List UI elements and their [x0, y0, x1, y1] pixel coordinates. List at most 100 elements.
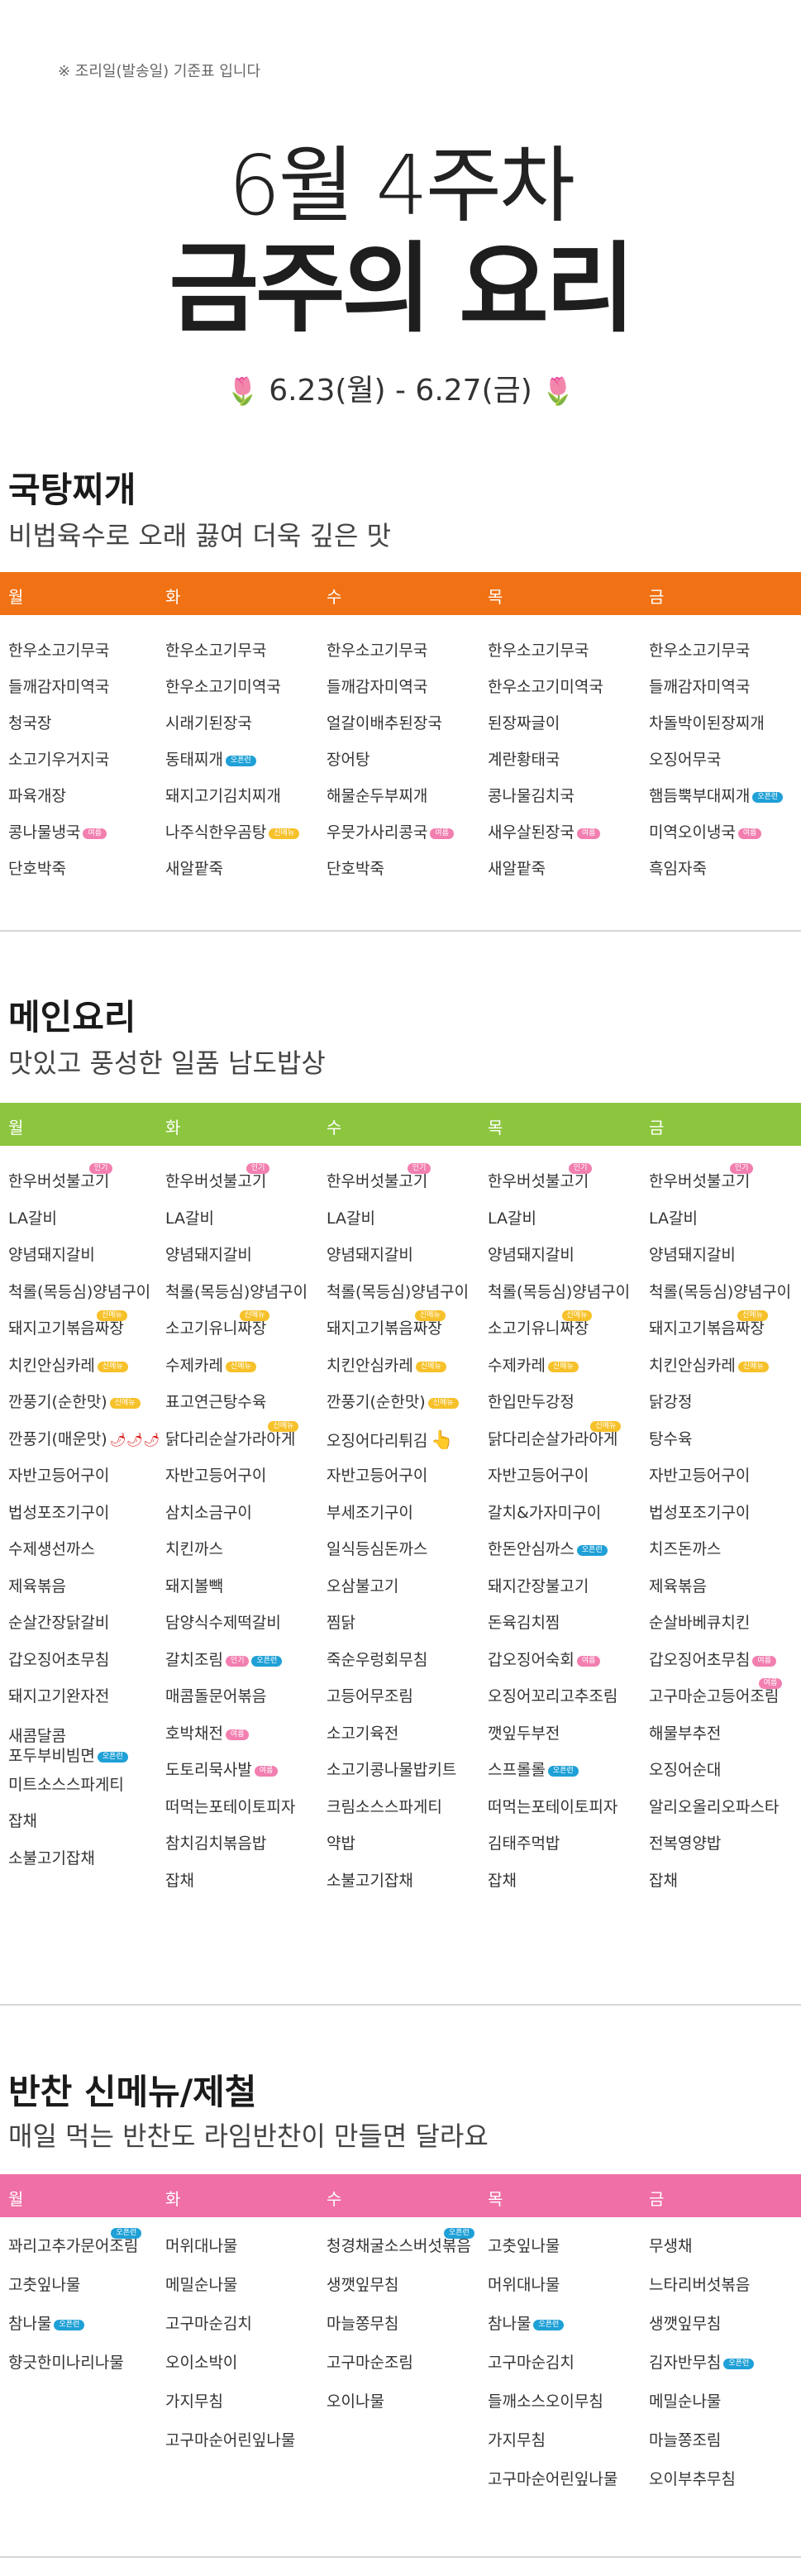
menu-item[interactable]: 수제생선까스: [8, 1542, 95, 1558]
menu-item[interactable]: 참나물 오픈런: [8, 2316, 85, 2332]
menu-item[interactable]: 들깨감자미역국: [327, 680, 427, 695]
menu-item[interactable]: 탕수육: [649, 1431, 692, 1448]
menu-item[interactable]: 나주식한우곰탕 신메뉴: [165, 825, 300, 841]
menu-item[interactable]: 꽈리고추가문어조림 오픈런: [8, 2228, 142, 2254]
menu-item[interactable]: 콩나물냉국 여름: [8, 825, 107, 841]
menu-item[interactable]: 향긋한미나리나물: [8, 2355, 124, 2371]
menu-item[interactable]: 자반고등어구이: [649, 1468, 750, 1484]
menu-item[interactable]: 척롤(목등심)양념구이: [327, 1284, 469, 1300]
menu-item[interactable]: 전복영양밥: [649, 1836, 721, 1852]
menu-item[interactable]: 오징어꼬리고추조림: [488, 1689, 617, 1705]
menu-item[interactable]: 고구마순어린잎나물: [165, 2433, 295, 2449]
menu-item[interactable]: 해물부추전: [649, 1725, 721, 1742]
menu-item[interactable]: 제육볶음: [8, 1578, 66, 1595]
menu-item[interactable]: 양념돼지갈비: [8, 1247, 95, 1263]
menu-item[interactable]: 오징어무국: [649, 752, 721, 768]
menu-item[interactable]: 된장짜글이: [488, 716, 560, 732]
menu-item[interactable]: 죽순우렁회무침: [327, 1652, 427, 1668]
menu-item[interactable]: 미역오이냉국 여름: [649, 825, 762, 841]
menu-item[interactable]: 우뭇가사리콩국 여름: [327, 825, 454, 841]
menu-item[interactable]: 오이나물: [327, 2394, 384, 2410]
menu-item[interactable]: 갑오징어숙회 여름: [488, 1652, 601, 1668]
menu-item[interactable]: 한우소고기무국: [649, 643, 750, 659]
menu-item[interactable]: 법성포조기구이: [649, 1505, 750, 1521]
menu-item[interactable]: 파육개장: [8, 789, 66, 804]
menu-item[interactable]: 고구마순고등어조림 여름: [649, 1678, 783, 1705]
menu-item[interactable]: 척롤(목등심)양념구이: [8, 1284, 150, 1300]
menu-item[interactable]: 순살간장닭갈비: [8, 1615, 109, 1631]
menu-item[interactable]: 오징어다리튀김 👆: [327, 1431, 454, 1450]
menu-item[interactable]: 깐풍기(순한맛) 신메뉴: [327, 1395, 459, 1410]
menu-item[interactable]: 마늘쫑조림: [649, 2433, 721, 2449]
menu-item[interactable]: 메밀순나물: [165, 2278, 237, 2293]
menu-item[interactable]: 해물순두부찌개: [327, 789, 427, 804]
menu-item[interactable]: 치킨안심카레 신메뉴: [8, 1357, 128, 1374]
menu-item[interactable]: 한우소고기무국: [327, 643, 427, 659]
menu-item[interactable]: 들깨감자미역국: [8, 680, 109, 695]
menu-item[interactable]: 한우소고기무국: [488, 643, 589, 659]
menu-item[interactable]: 얼갈이배추된장국: [327, 716, 442, 732]
menu-item[interactable]: 한우소고기미역국: [488, 680, 603, 695]
menu-item[interactable]: 양념돼지갈비: [165, 1247, 252, 1263]
menu-item[interactable]: 한우버섯불고기 인기: [8, 1163, 113, 1190]
menu-item[interactable]: 돼지고기볶음짜장 신메뉴: [327, 1310, 446, 1337]
menu-item[interactable]: 새콤달콤 포두부비빔면 오픈런: [8, 1726, 128, 1766]
menu-item[interactable]: 머위대나물: [488, 2278, 560, 2293]
menu-item[interactable]: LA갈비: [327, 1210, 375, 1227]
menu-item[interactable]: 돼지고기볶음짜장 신메뉴: [8, 1310, 127, 1337]
menu-item[interactable]: 소고기콩나물밥키트: [327, 1763, 456, 1778]
menu-item[interactable]: 소불고기잡채: [327, 1872, 413, 1889]
menu-item[interactable]: 단호박죽: [327, 861, 384, 877]
menu-item[interactable]: 표고연근탕수육: [165, 1395, 266, 1410]
menu-item[interactable]: 느타리버섯볶음: [649, 2278, 750, 2293]
menu-item[interactable]: 고구마순김치: [165, 2316, 252, 2332]
menu-item[interactable]: 깐풍기(매운맛) 🌶🌶🌶: [8, 1431, 160, 1448]
menu-item[interactable]: 고춧잎나물: [8, 2278, 80, 2293]
menu-item[interactable]: 소고기우거지국: [8, 752, 109, 768]
menu-item[interactable]: LA갈비: [165, 1210, 214, 1227]
menu-item[interactable]: 오이부추무침: [649, 2472, 736, 2488]
menu-item[interactable]: 도토리묵사발 여름: [165, 1763, 279, 1778]
menu-item[interactable]: 순살바베큐치킨: [649, 1615, 750, 1631]
menu-item[interactable]: 깻잎두부전: [488, 1725, 560, 1742]
menu-item[interactable]: 잡채: [488, 1872, 517, 1889]
menu-item[interactable]: 장어탕: [327, 752, 370, 768]
menu-item[interactable]: 자반고등어구이: [8, 1468, 109, 1484]
menu-item[interactable]: 고구마순김치: [488, 2355, 575, 2371]
menu-item[interactable]: 고춧잎나물: [488, 2239, 560, 2254]
menu-item[interactable]: 떠먹는포테이토피자: [488, 1799, 617, 1815]
menu-item[interactable]: 청경채굴소스버섯볶음 오픈런: [327, 2228, 474, 2254]
menu-item[interactable]: 한우소고기미역국: [165, 680, 281, 695]
menu-item[interactable]: 양념돼지갈비: [649, 1247, 736, 1263]
menu-item[interactable]: 미트소스스파게티: [8, 1777, 124, 1793]
menu-item[interactable]: 삼치소금구이: [165, 1505, 252, 1521]
menu-item[interactable]: 메밀순나물: [649, 2394, 721, 2410]
menu-item[interactable]: 돈육김치찜: [488, 1615, 560, 1631]
menu-item[interactable]: 잡채: [165, 1872, 194, 1889]
menu-item[interactable]: 생깻잎무침: [649, 2316, 721, 2332]
menu-item[interactable]: 동태찌개 오픈런: [165, 752, 256, 768]
menu-item[interactable]: 흑임자죽: [649, 861, 707, 877]
menu-item[interactable]: 들깨감자미역국: [649, 680, 750, 695]
menu-item[interactable]: 닭다리순살가라아게 신메뉴: [165, 1420, 299, 1448]
menu-item[interactable]: 햄듬뿍부대찌개 오픈런: [649, 789, 784, 804]
menu-item[interactable]: 참나물 오픈런: [488, 2316, 565, 2332]
menu-item[interactable]: 오이소박이: [165, 2355, 237, 2371]
menu-item[interactable]: 깐풍기(순한맛) 신메뉴: [8, 1395, 141, 1410]
menu-item[interactable]: 크림소스스파게티: [327, 1799, 442, 1815]
menu-item[interactable]: 호박채전 여름: [165, 1725, 250, 1742]
menu-item[interactable]: 돼지볼빽: [165, 1578, 223, 1595]
menu-item[interactable]: 치킨안심카레 신메뉴: [327, 1357, 446, 1374]
menu-item[interactable]: 치즈돈까스: [649, 1542, 721, 1558]
menu-item[interactable]: 치킨까스: [165, 1542, 223, 1558]
menu-item[interactable]: 새우살된장국 여름: [488, 825, 601, 841]
menu-item[interactable]: 새알팥죽: [165, 861, 223, 877]
menu-item[interactable]: 김자반무침 오픈런: [649, 2355, 755, 2371]
menu-item[interactable]: 한우소고기무국: [165, 643, 266, 659]
menu-item[interactable]: 한우소고기무국: [8, 643, 109, 659]
menu-item[interactable]: 자반고등어구이: [327, 1468, 427, 1484]
menu-item[interactable]: 알리오올리오파스타: [649, 1799, 779, 1815]
menu-item[interactable]: 김태주먹밥: [488, 1836, 560, 1852]
menu-item[interactable]: 고구마순조림: [327, 2355, 413, 2371]
menu-item[interactable]: 법성포조기구이: [8, 1505, 109, 1521]
